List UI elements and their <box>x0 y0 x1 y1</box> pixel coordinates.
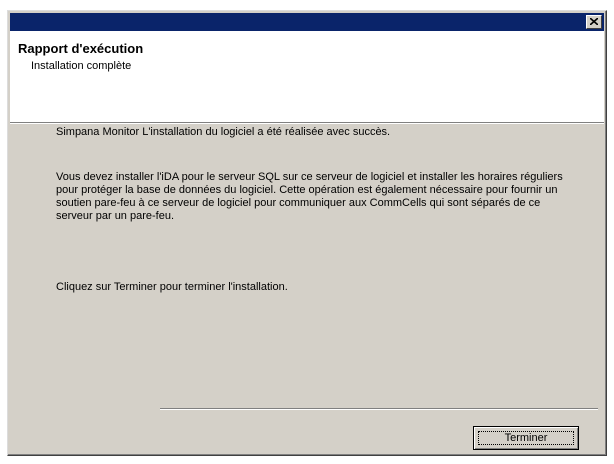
footer-divider <box>160 408 598 410</box>
finish-prompt: Cliquez sur Terminer pour terminer l'ins… <box>56 281 288 293</box>
close-icon <box>590 18 598 25</box>
wizard-header: Rapport d'exécution Installation complèt… <box>10 31 604 123</box>
finish-button[interactable]: Terminer <box>473 426 579 450</box>
success-message: Simpana Monitor L'installation du logici… <box>56 126 391 138</box>
finish-button-label: Terminer <box>504 432 548 444</box>
instructions-text: Vous devez installer l'iDA pour le serve… <box>56 171 563 222</box>
page-subtitle: Installation complète <box>31 60 132 72</box>
title-bar[interactable] <box>10 13 604 31</box>
installer-dialog: Rapport d'exécution Installation complèt… <box>7 10 607 456</box>
header-divider <box>10 123 604 124</box>
page-title: Rapport d'exécution <box>18 41 144 56</box>
close-button[interactable] <box>586 15 602 29</box>
